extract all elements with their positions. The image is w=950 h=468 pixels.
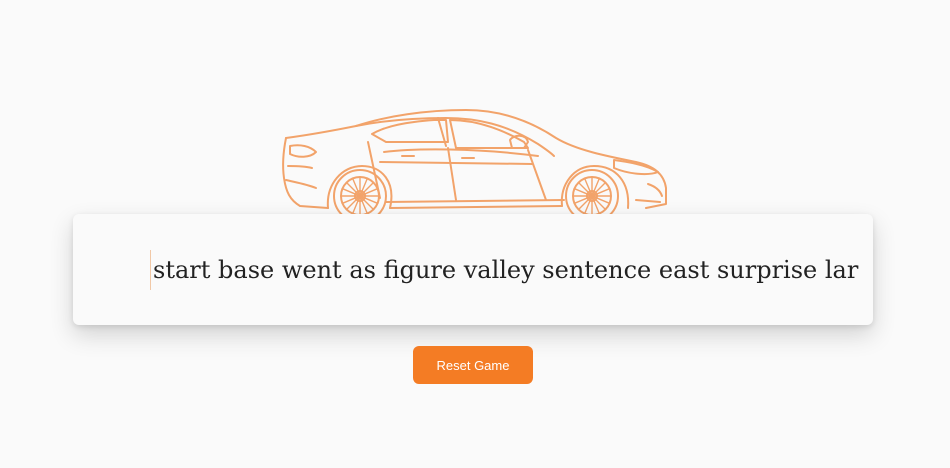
car-icon	[276, 104, 672, 228]
text-cursor	[150, 250, 151, 290]
words-to-type: start base went as figure valley sentenc…	[153, 256, 859, 284]
reset-game-button[interactable]: Reset Game	[413, 346, 533, 384]
typing-panel[interactable]: start base went as figure valley sentenc…	[73, 214, 873, 325]
